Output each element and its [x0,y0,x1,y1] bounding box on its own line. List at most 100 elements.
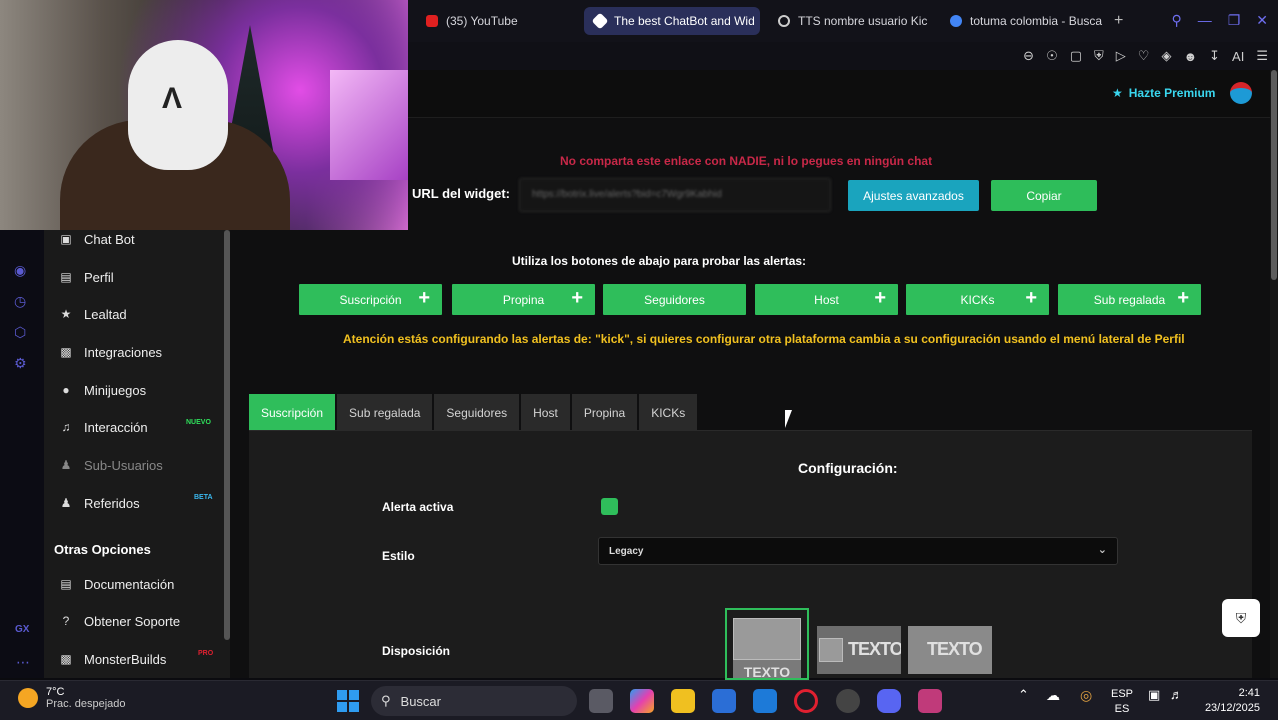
tab-kicks[interactable]: KICKs [639,394,698,431]
heart-icon[interactable]: ♡ [1138,48,1150,64]
pro-badge: PRO [198,650,214,657]
sidebar-item-label: Documentación [84,576,175,592]
zoom-out-icon[interactable]: ⊖ [1023,48,1034,64]
network-icon[interactable]: ▣ [1148,687,1160,703]
app-icon[interactable] [836,689,860,713]
alert-active-checkbox[interactable] [601,498,618,515]
clock[interactable]: 2:41 23/12/2025 [1200,686,1260,716]
sidebar-item-referidos[interactable]: ♟ Referidos [58,495,140,511]
file-explorer-icon[interactable] [671,689,695,713]
widget-url-input[interactable]: https://botrix.live/alerts?bid=c7Wgr9Kab… [519,178,831,212]
scrollbar-thumb[interactable] [1271,70,1277,280]
test-followers-button[interactable]: Seguidores [603,284,746,315]
discord-icon[interactable] [877,689,901,713]
question-icon: ? [62,614,70,628]
privacy-shield-button[interactable]: ⛨ [1222,599,1260,637]
window-controls: ⚲ — ❐ ✕ [1171,12,1268,29]
sidebar-item-sub-usuarios[interactable]: ♟ Sub-Usuarios [58,457,163,473]
profile-icon[interactable]: ☻ [1183,49,1197,64]
layout-option-horizontal[interactable]: TEXTO [817,626,901,674]
extensions-rail-icon[interactable]: ⬡ [14,324,26,341]
sidebar-item-label: Perfil [84,269,114,285]
maximize-icon[interactable]: ❐ [1228,12,1241,29]
pin-icon[interactable]: ☉ [1046,48,1058,64]
url-label: URL del widget: [412,186,510,201]
button-label: Suscripción [339,292,402,307]
sidebar-item-label: Sub-Usuarios [84,457,163,473]
tab-host[interactable]: Host [521,394,570,431]
sidebar-item-interaccion[interactable]: ♫ Interacción [58,419,148,435]
new-tab-plus-icon[interactable]: + [1114,12,1123,30]
screen: Λ (35) YouTube The best ChatBot and Wid … [0,0,1278,720]
download-icon[interactable]: ↧ [1209,48,1220,64]
sidebar-item-documentacion[interactable]: ▤ Documentación [58,576,174,592]
volume-icon[interactable]: ♬ [1170,687,1183,702]
tab-label: TTS nombre usuario Kic [798,14,928,28]
ai-button[interactable]: AI [1232,49,1244,64]
taskbar-search[interactable]: ⚲ Buscar [371,686,577,716]
more-icon[interactable]: ⋯ [16,654,30,671]
tab-sub-regalada[interactable]: Sub regalada [337,394,433,431]
extensions-icon[interactable]: ◈ [1161,48,1171,64]
sidebar-item-minijuegos[interactable]: ● Minijuegos [58,382,146,398]
trophy-icon: ★ [60,307,72,321]
page-scrollbar[interactable] [1270,70,1278,678]
obs-icon[interactable] [918,689,942,713]
browser-side-rail: ◉ ◷ ⬡ ⚙ GX ⋯ [0,230,44,678]
tab-youtube[interactable]: (35) YouTube [416,7,576,35]
tab-label: (35) YouTube [446,14,518,28]
windows-start-icon[interactable] [337,690,359,712]
weather-desc: Prac. despejado [46,698,126,710]
sidebar-item-obtener-soporte[interactable]: ? Obtener Soporte [58,613,180,629]
layout-option-vertical[interactable]: TEXTO [725,608,809,680]
sidebar-item-perfil[interactable]: ▤ Perfil [58,269,114,285]
weather-widget[interactable]: 7°C Prac. despejado [18,686,126,710]
premium-link[interactable]: ★ Hazte Premium [1112,86,1215,100]
menu-icon[interactable]: ☰ [1256,48,1268,64]
test-host-button[interactable]: Host + [755,284,898,315]
tab-propina[interactable]: Propina [571,394,638,431]
tab-botrix[interactable]: The best ChatBot and Wid [584,7,760,35]
tray-chevron-icon[interactable]: ⌃ [1018,687,1029,703]
test-subscription-button[interactable]: Suscripción + [299,284,442,315]
history-icon[interactable]: ◷ [14,293,26,310]
shield-icon[interactable]: ⛨ [1094,48,1104,64]
close-icon[interactable]: ✕ [1256,12,1268,29]
tab-suscripcion[interactable]: Suscripción [249,394,336,431]
plus-icon: + [874,287,886,309]
task-view-icon[interactable] [589,689,613,713]
language-indicator[interactable]: ESP ES [1111,687,1133,717]
sidebar-item-chat-bot[interactable]: ▣ Chat Bot [58,231,134,247]
play-icon[interactable]: ▷ [1116,48,1126,64]
snapshot-icon[interactable]: ▢ [1070,48,1082,64]
microphone-icon[interactable]: ◎ [1080,687,1092,704]
sidebar-item-integraciones[interactable]: ▩ Integraciones [58,344,162,360]
copy-button[interactable]: Copiar [991,180,1097,211]
test-alerts-label: Utiliza los botones de abajo para probar… [511,254,807,268]
mouse-cursor [785,410,792,428]
sidebar-item-monsterbuilds[interactable]: ▩ MonsterBuilds [58,651,166,667]
layout-option-overlay[interactable]: TEXTO [908,626,992,674]
tab-tts[interactable]: TTS nombre usuario Kic [768,7,932,35]
opera-gx-icon[interactable] [794,689,818,713]
advanced-settings-button[interactable]: Ajustes avanzados [848,180,979,211]
tab-seguidores[interactable]: Seguidores [434,394,520,431]
layout-text: TEXTO [927,639,983,659]
sidebar-item-lealtad[interactable]: ★ Lealtad [58,306,127,322]
book-icon: ▤ [60,577,72,591]
copilot-icon[interactable] [630,689,654,713]
avatar[interactable] [1230,82,1252,104]
search-icon[interactable]: ⚲ [1171,12,1181,29]
tab-google[interactable]: totuma colombia - Busca [940,7,1106,35]
cloud-icon[interactable]: ☁ [1046,687,1060,704]
test-kicks-button[interactable]: KICKs + [906,284,1049,315]
store-icon[interactable] [712,689,736,713]
style-select[interactable]: Legacy ⌄ [598,537,1118,565]
minimize-icon[interactable]: — [1198,12,1212,29]
button-label: Sub regalada [1093,292,1166,307]
outlook-icon[interactable] [753,689,777,713]
image-placeholder-icon [819,638,843,662]
settings-icon[interactable]: ⚙ [14,355,27,372]
test-tip-button[interactable]: Propina + [452,284,595,315]
test-gifted-sub-button[interactable]: Sub regalada + [1058,284,1201,315]
